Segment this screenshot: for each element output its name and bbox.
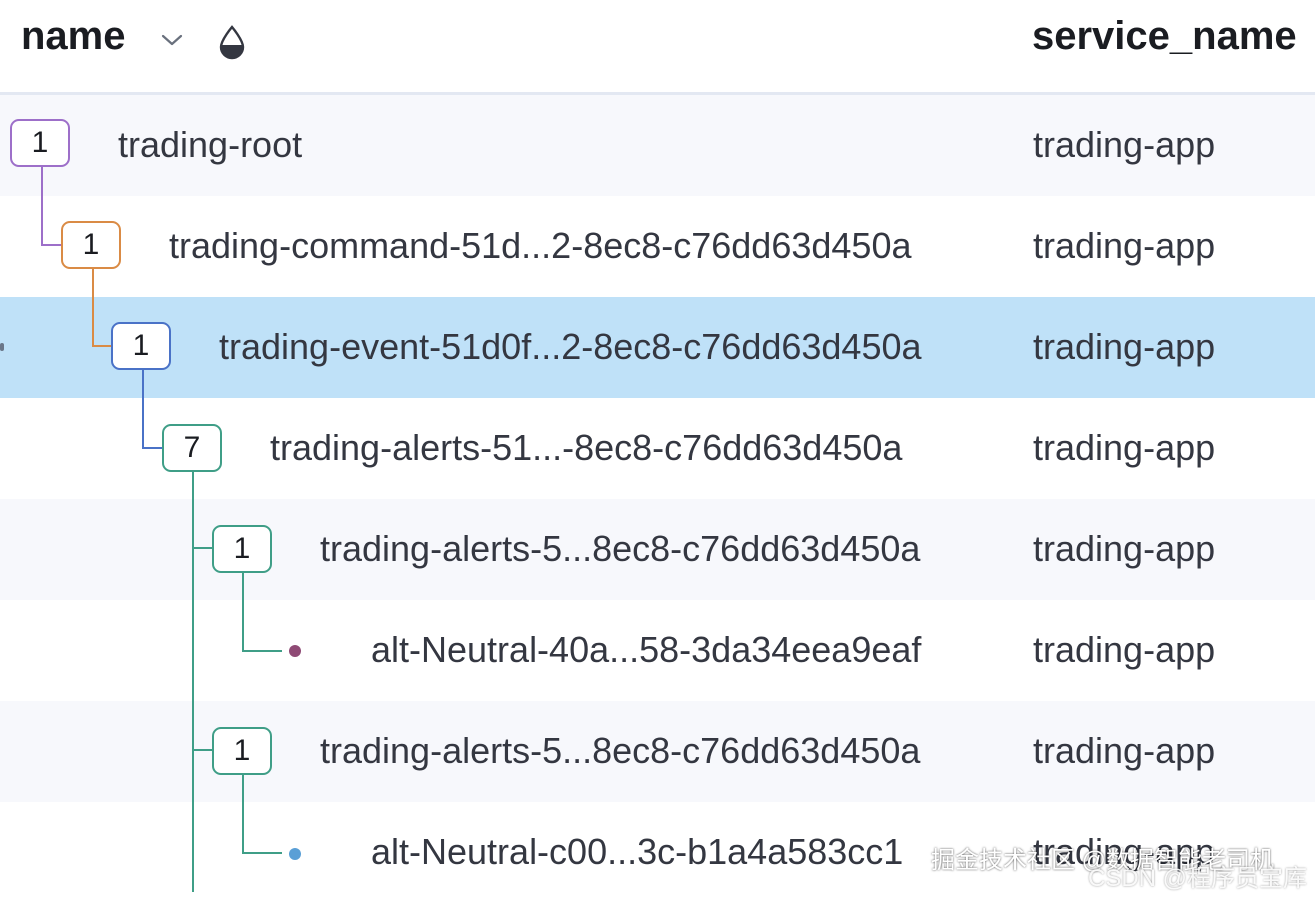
service-name-cell: trading-app: [1033, 326, 1216, 367]
span-name: trading-command-51d...2-8ec8-c76dd63d450…: [169, 225, 912, 266]
table-row[interactable]: 1 trading-root trading-app: [0, 95, 1315, 196]
span-count-badge[interactable]: 7: [162, 424, 222, 472]
chevron-down-icon[interactable]: [159, 30, 185, 55]
service-name-cell: trading-app: [1033, 528, 1216, 569]
span-count-badge[interactable]: 1: [61, 221, 121, 269]
service-name-cell: trading-app: [1033, 730, 1216, 771]
service-name-cell: trading-app: [1033, 427, 1216, 468]
span-status-dot: [289, 848, 301, 860]
table-row[interactable]: 7 trading-alerts-51...-8ec8-c76dd63d450a…: [0, 398, 1315, 499]
service-name-column-header[interactable]: service_name: [1032, 14, 1297, 59]
service-name-cell: trading-app: [1033, 124, 1216, 165]
row-selection-marker: [0, 343, 4, 351]
span-count-badge[interactable]: 1: [212, 727, 272, 775]
table-row[interactable]: 1 trading-command-51d...2-8ec8-c76dd63d4…: [0, 196, 1315, 297]
span-name: trading-event-51d0f...2-8ec8-c76dd63d450…: [219, 326, 922, 367]
span-count-badge[interactable]: 1: [212, 525, 272, 573]
table-row[interactable]: alt-Neutral-40a...58-3da34eea9eaf tradin…: [0, 600, 1315, 701]
span-name: trading-alerts-5...8ec8-c76dd63d450a: [320, 730, 921, 771]
span-name: trading-root: [118, 124, 303, 165]
watermark-text: CSDN @程序员宝库: [1088, 865, 1308, 892]
service-name-cell: trading-app: [1033, 225, 1216, 266]
name-column-header[interactable]: name: [21, 14, 126, 59]
table-row[interactable]: 1 trading-alerts-5...8ec8-c76dd63d450a t…: [0, 499, 1315, 600]
span-name: trading-alerts-5...8ec8-c76dd63d450a: [320, 528, 921, 569]
table-header: name service_name: [0, 0, 1315, 95]
span-count-badge[interactable]: 1: [10, 119, 70, 167]
span-count-badge[interactable]: 1: [111, 322, 171, 370]
drop-icon[interactable]: [217, 24, 247, 65]
span-name: alt-Neutral-40a...58-3da34eea9eaf: [371, 629, 922, 670]
span-name: trading-alerts-51...-8ec8-c76dd63d450a: [270, 427, 903, 468]
service-name-cell: trading-app: [1033, 629, 1216, 670]
span-name: alt-Neutral-c00...3c-b1a4a583cc1: [371, 831, 904, 872]
span-status-dot: [289, 645, 301, 657]
table-row-selected[interactable]: 1 trading-event-51d0f...2-8ec8-c76dd63d4…: [0, 297, 1315, 398]
table-row[interactable]: 1 trading-alerts-5...8ec8-c76dd63d450a t…: [0, 701, 1315, 802]
